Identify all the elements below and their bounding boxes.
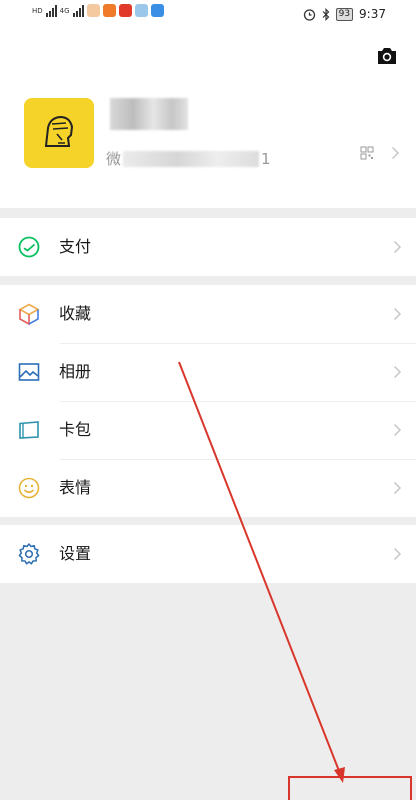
app-notification-icon-2 (102, 4, 116, 17)
menu-item-album[interactable]: 相册 (0, 343, 416, 401)
profile-header[interactable]: 微 1 (0, 32, 416, 208)
settings-group: 设置 (0, 525, 416, 583)
menu-item-stickers[interactable]: 表情 (0, 459, 416, 517)
status-bar-right: 93 9:37 (303, 7, 386, 21)
menu-label-favorites: 收藏 (59, 304, 92, 323)
chevron-right-icon (391, 146, 400, 160)
smiley-face-icon (18, 477, 40, 499)
menu-label-stickers: 表情 (59, 478, 92, 497)
wechat-id-suffix: 1 (261, 149, 271, 168)
pay-icon (18, 236, 40, 258)
chevron-right-icon (393, 423, 402, 437)
bluetooth-icon (322, 7, 329, 21)
menu-label-cards: 卡包 (59, 420, 92, 439)
chevron-right-icon (393, 365, 402, 379)
battery-indicator: 93 (335, 7, 354, 21)
menu-label-album: 相册 (59, 362, 92, 381)
chevron-right-icon (393, 307, 402, 321)
wechat-id-blurred (123, 150, 260, 167)
nickname-blurred (110, 98, 188, 130)
signal-icon (45, 4, 57, 17)
settings-gear-icon (18, 543, 40, 565)
network-tag: 4G (59, 6, 70, 15)
app-notification-icon-4 (134, 4, 148, 17)
chevron-right-icon (393, 240, 402, 254)
chevron-right-icon (393, 547, 402, 561)
app-notification-icon-3 (118, 4, 132, 17)
signal-icon-2 (72, 4, 84, 17)
avatar[interactable] (24, 98, 94, 168)
wechat-id: 微 1 (106, 148, 271, 169)
app-notification-icon-5 (150, 4, 164, 17)
tools-group: 收藏 相册 卡包 表情 (0, 285, 416, 517)
menu-label-settings: 设置 (59, 544, 92, 563)
pay-group: 支付 (0, 218, 416, 276)
qr-code-icon[interactable] (360, 146, 374, 160)
annotation-highlight-box (288, 776, 412, 800)
hd-tag: HD (32, 6, 43, 15)
avatar-head-icon (44, 115, 74, 147)
menu-item-pay[interactable]: 支付 (0, 218, 416, 276)
alarm-icon (303, 8, 315, 21)
menu-item-favorites[interactable]: 收藏 (0, 285, 416, 343)
status-bar-left: HD 4G (32, 4, 164, 17)
menu-item-settings[interactable]: 设置 (0, 525, 416, 583)
menu-label-pay: 支付 (59, 237, 92, 256)
menu-item-cards[interactable]: 卡包 (0, 401, 416, 459)
clock: 9:37 (359, 7, 386, 21)
album-picture-icon (18, 363, 40, 381)
camera-icon[interactable] (376, 46, 398, 66)
wallet-card-icon (19, 421, 39, 439)
status-bar: HD 4G 93 9:37 (0, 0, 416, 32)
favorites-cube-icon (18, 303, 40, 326)
app-notification-icon (86, 4, 100, 17)
chevron-right-icon (393, 481, 402, 495)
wechat-id-prefix: 微 (106, 150, 122, 168)
